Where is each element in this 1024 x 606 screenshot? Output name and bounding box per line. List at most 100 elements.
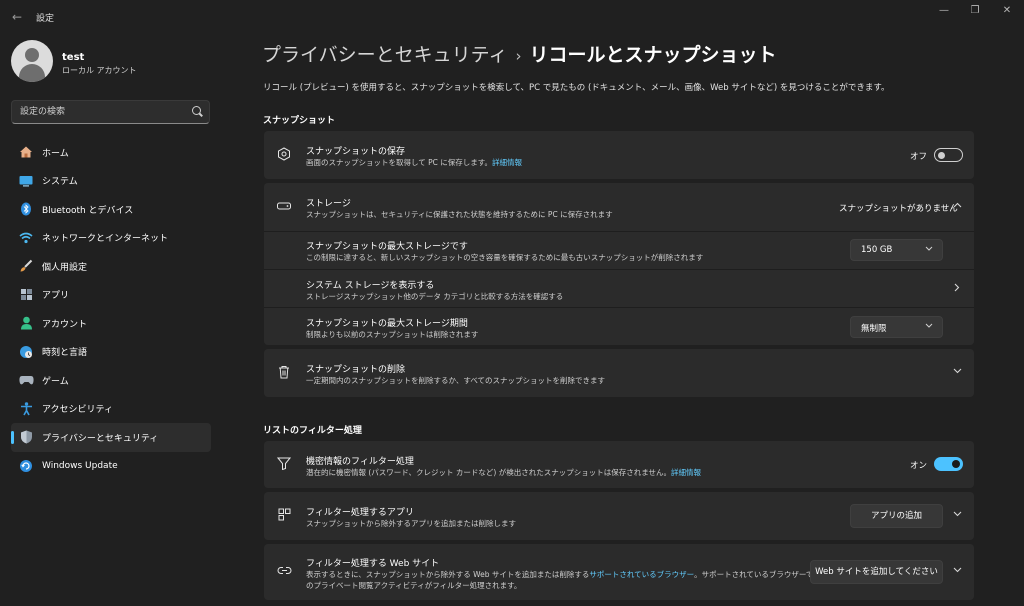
storage-desc: スナップショットは、セキュリティに保護された状態を維持するために PC に保存さ… (306, 210, 613, 219)
supported-browsers-link[interactable]: サポートされているブラウザー (589, 570, 694, 579)
page-title: リコールとスナップショット (529, 44, 777, 66)
learn-more-link[interactable]: 詳細情報 (492, 158, 522, 167)
update-icon (18, 458, 34, 474)
filter-apps-title: フィルター処理するアプリ (306, 508, 414, 518)
bluetooth-icon (18, 201, 34, 217)
title-bar: ← 設定 — ❐ ✕ (0, 0, 1024, 32)
chevron-down-icon (951, 566, 963, 576)
max-storage-title: スナップショットの最大ストレージです (306, 242, 468, 252)
toggle-knob (938, 151, 945, 159)
sidebar-item-label: 時刻と言語 (42, 348, 88, 359)
sidebar-item-label: システム (42, 177, 78, 188)
account-icon (18, 315, 34, 331)
sidebar-item-bluetooth[interactable]: Bluetooth とデバイス (11, 195, 211, 224)
sidebar-nav: ホーム システム Bluetooth とデバイス ネットワークとインターネット … (11, 138, 211, 480)
app-title: 設定 (36, 14, 55, 24)
filter-apps-desc: スナップショットから除外するアプリを追加または削除します (306, 519, 516, 528)
close-button[interactable]: ✕ (990, 0, 1024, 24)
storage-header-row[interactable]: ストレージ スナップショットは、セキュリティに保護された状態を維持するために P… (264, 183, 974, 231)
sidebar-item-label: ネットワークとインターネット (42, 234, 169, 245)
network-icon (18, 230, 34, 246)
search-input[interactable] (20, 105, 180, 119)
app-filter-icon (276, 508, 292, 524)
max-period-value: 無制限 (861, 324, 887, 334)
sidebar-item-label: Windows Update (42, 460, 118, 471)
filter-websites-title: フィルター処理する Web サイト (306, 559, 440, 569)
storage-card: ストレージ スナップショットは、セキュリティに保護された状態を維持するために P… (264, 183, 974, 345)
chevron-down-icon (925, 244, 933, 253)
sensitive-filter-card: 機密情報のフィルター処理 潜在的に機密情報 (パスワード、クレジット カードなど… (264, 441, 974, 488)
storage-status: スナップショットがありません (839, 204, 958, 214)
max-period-dropdown[interactable]: 無制限 (850, 316, 943, 338)
delete-snapshots-title: スナップショットの削除 (306, 365, 406, 375)
chevron-up-icon[interactable] (951, 201, 963, 211)
save-snapshots-title: スナップショットの保存 (306, 147, 406, 157)
sensitive-filter-desc-text: 潜在的に機密情報 (パスワード、クレジット カードなど) が検出されたスナップシ… (306, 468, 671, 477)
accessibility-icon (18, 401, 34, 417)
section-title-filter: リストのフィルター処理 (263, 426, 362, 436)
breadcrumb-separator: › (515, 47, 522, 65)
avatar-body (19, 64, 45, 82)
toggle-knob (952, 460, 960, 468)
filter-apps-card[interactable]: フィルター処理するアプリ スナップショットから除外するアプリを追加または削除しま… (264, 492, 974, 540)
save-snapshots-card: スナップショットの保存 画面のスナップショットを取得して PC に保存します。詳… (264, 131, 974, 179)
breadcrumb-parent[interactable]: プライバシーとセキュリティ (262, 44, 507, 66)
max-period-title: スナップショットの最大ストレージ期間 (306, 319, 468, 329)
sensitive-filter-toggle[interactable] (934, 457, 963, 471)
save-snapshots-desc-text: 画面のスナップショットを取得して PC に保存します。 (306, 158, 493, 167)
max-period-desc: 制限よりも以前のスナップショットは削除されます (306, 330, 479, 339)
view-storage-title: システム ストレージを表示する (306, 281, 435, 291)
max-storage-value: 150 GB (861, 245, 893, 255)
brush-icon (18, 258, 34, 274)
sidebar-item-label: Bluetooth とデバイス (42, 205, 134, 216)
learn-more-link[interactable]: 詳細情報 (671, 468, 701, 477)
sidebar-item-windows-update[interactable]: Windows Update (11, 452, 211, 481)
storage-drive-icon (276, 199, 292, 215)
filter-websites-card[interactable]: フィルター処理する Web サイト 表示するときに、スナップショットから除外する… (264, 544, 974, 600)
back-arrow-icon[interactable]: ← (8, 8, 26, 26)
max-period-row: スナップショットの最大ストレージ期間 制限よりも以前のスナップショットは削除され… (264, 307, 974, 345)
chevron-down-icon (951, 510, 963, 520)
max-storage-row: スナップショットの最大ストレージです この制限に達すると、新しいスナップショット… (264, 231, 974, 269)
sidebar-item-home[interactable]: ホーム (11, 138, 211, 167)
minimize-button[interactable]: — (927, 0, 961, 24)
delete-snapshots-desc: 一定期間内のスナップショットを削除するか、すべてのスナップショットを削除できます (306, 376, 606, 385)
save-snapshots-toggle[interactable] (934, 148, 963, 162)
sidebar-item-gaming[interactable]: ゲーム (11, 366, 211, 395)
sidebar-item-privacy-security[interactable]: プライバシーとセキュリティ (11, 423, 211, 452)
sidebar-item-network[interactable]: ネットワークとインターネット (11, 224, 211, 253)
save-snapshots-desc: 画面のスナップショットを取得して PC に保存します。詳細情報 (306, 157, 522, 168)
toggle-state-label: オン (910, 461, 928, 471)
sidebar-item-system[interactable]: システム (11, 167, 211, 196)
apps-icon (18, 287, 34, 303)
search-icon[interactable] (192, 106, 201, 115)
chevron-right-icon (951, 283, 963, 295)
sidebar-item-apps[interactable]: アプリ (11, 281, 211, 310)
system-icon (18, 173, 34, 189)
search-box[interactable] (11, 100, 210, 124)
sidebar-item-label: 個人用設定 (42, 262, 88, 273)
max-storage-dropdown[interactable]: 150 GB (850, 239, 943, 261)
delete-snapshots-card[interactable]: スナップショットの削除 一定期間内のスナップショットを削除するか、すべてのスナッ… (264, 349, 974, 397)
avatar[interactable] (11, 40, 53, 82)
filter-funnel-icon (276, 457, 292, 473)
add-app-button[interactable]: アプリの追加 (850, 504, 943, 528)
intro-text: リコール (プレビュー) を使用すると、スナップショットを検索して、PC で見た… (263, 83, 890, 93)
sidebar-item-personalization[interactable]: 個人用設定 (11, 252, 211, 281)
sidebar-item-accessibility[interactable]: アクセシビリティ (11, 395, 211, 424)
trash-icon (276, 365, 292, 381)
sidebar-item-label: ホーム (42, 148, 69, 159)
max-storage-desc: この制限に達すると、新しいスナップショットの空き容量を確保するために最も古いスナ… (306, 253, 704, 262)
globe-icon (18, 344, 34, 360)
toggle-state-label: オフ (910, 152, 928, 162)
user-name: test (62, 52, 85, 63)
filter-websites-desc-line2: のプライベート閲覧アクティビティがフィルター処理されます。 (306, 581, 522, 590)
sidebar-item-label: プライバシーとセキュリティ (42, 433, 159, 444)
add-website-button[interactable]: Web サイトを追加してください (810, 560, 943, 584)
view-storage-desc: ストレージスナップショット他のデータ カテゴリと比較する方法を確認する (306, 292, 564, 301)
maximize-button[interactable]: ❐ (958, 0, 992, 24)
chevron-down-icon (951, 367, 963, 377)
view-storage-row[interactable]: システム ストレージを表示する ストレージスナップショット他のデータ カテゴリと… (264, 269, 974, 307)
sidebar-item-accounts[interactable]: アカウント (11, 309, 211, 338)
sidebar-item-time-language[interactable]: 時刻と言語 (11, 338, 211, 367)
